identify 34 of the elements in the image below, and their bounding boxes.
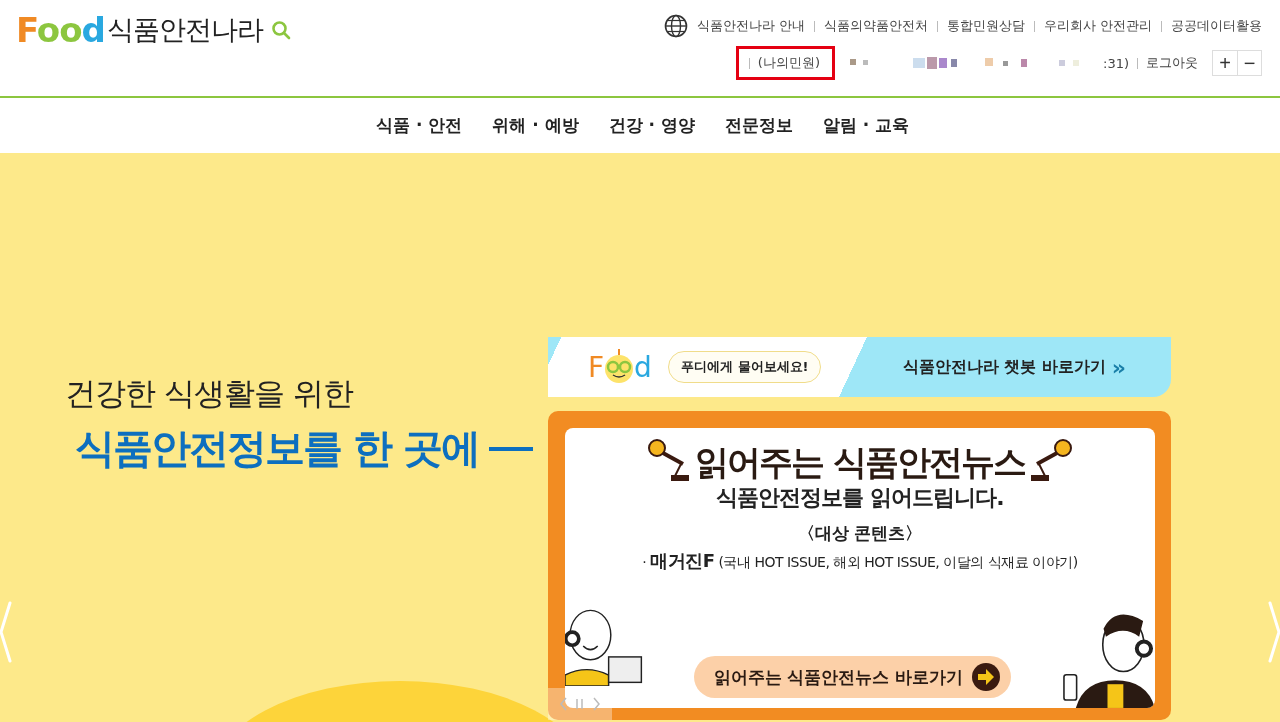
main-nav-item[interactable]: 건강 · 영양 [608, 114, 695, 137]
hero-title: 식품안전정보를 한 곳에 [75, 424, 479, 473]
utility-link[interactable]: 공공데이터활용 [1171, 17, 1262, 35]
site-name[interactable]: 식품안전나라 [106, 12, 263, 48]
main-nav-item[interactable]: 식품 · 안전 [376, 114, 463, 137]
section-heading: 〈대상 콘텐츠〉 [797, 522, 923, 544]
news-link-button[interactable]: 읽어주는 식품안전뉴스 바로가기 [693, 656, 1012, 698]
arrow-right-icon [971, 662, 1002, 692]
session-text: :31) [1103, 55, 1129, 71]
hero-subtitle: 건강한 식생활을 위한 [65, 374, 355, 413]
chevron-right-icon[interactable] [1268, 599, 1280, 665]
double-chevron-text: » [1111, 354, 1126, 380]
my-requests-link[interactable]: (나의민원) [757, 54, 820, 72]
main-nav-item[interactable]: 위해 · 예방 [492, 114, 579, 137]
search-icon[interactable] [270, 20, 291, 40]
slide-control[interactable] [548, 688, 612, 720]
chatbot-link-text: 식품안전나라 챗봇 바로가기 [902, 356, 1106, 378]
utility-link[interactable]: 식품의약품안전처 [823, 17, 928, 35]
logout-link[interactable]: 로그아웃 [1146, 54, 1198, 72]
dash-mark [488, 446, 533, 451]
main-nav-item[interactable]: 전문정보 [724, 114, 793, 137]
utility-link[interactable]: 식품안전나라 안내 [696, 17, 805, 35]
chevron-left-icon[interactable] [0, 599, 12, 665]
speech-bubble: 푸디에게 물어보세요! [668, 351, 822, 383]
mascot-logo-drawing: F d [586, 345, 656, 389]
chatbot-banner[interactable]: F d 푸디에게 물어보세요! 식품안전나라 챗봇 바로가기 » [548, 337, 1171, 397]
utility-link[interactable]: 통합민원상담 [946, 17, 1025, 35]
globe-icon[interactable] [663, 14, 688, 38]
news-title: 읽어주는 식품안전뉴스 [695, 442, 1025, 482]
pause-icon [560, 696, 600, 712]
news-subtitle: 식품안전정보를 읽어드립니다. [716, 484, 1004, 512]
main-nav-item[interactable]: 알림 · 교육 [822, 114, 910, 137]
utility-link[interactable]: 우리회사 안전관리 [1043, 17, 1152, 35]
content-item: · 매거진F (국내 HOT ISSUE, 해외 HOT ISSUE, 이달의 식재료 이야기) [642, 550, 1078, 573]
